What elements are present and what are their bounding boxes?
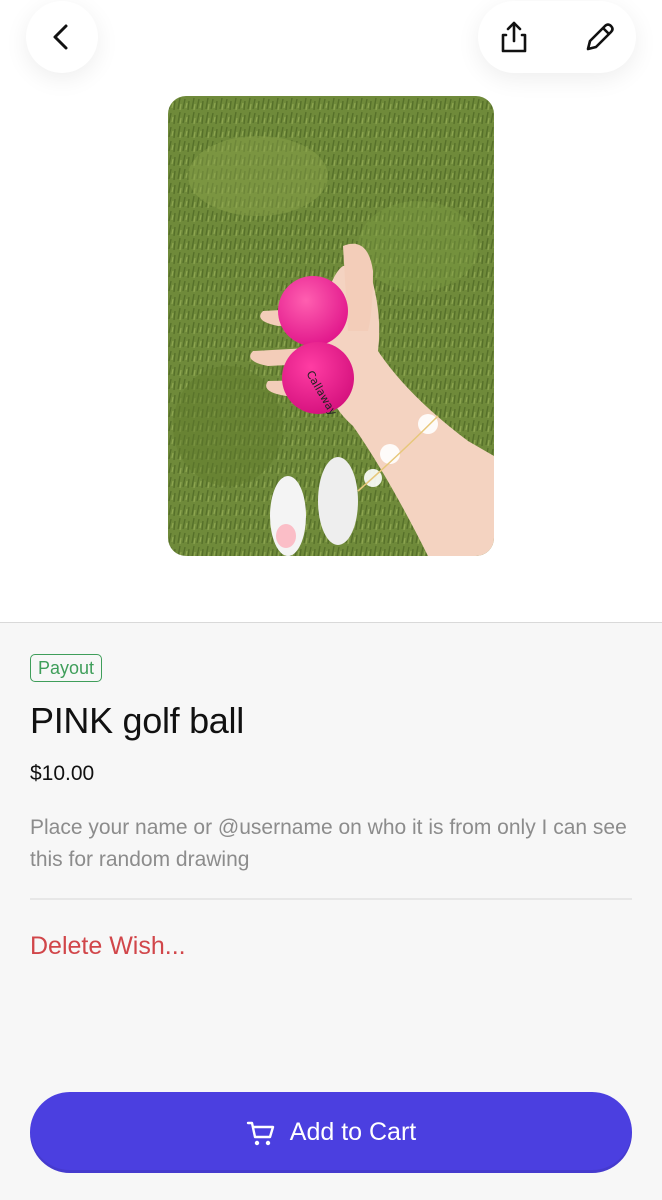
share-icon	[501, 21, 527, 53]
product-photo: Callaway	[168, 96, 494, 556]
share-button[interactable]	[478, 1, 550, 73]
divider	[30, 898, 632, 900]
wish-price: $10.00	[30, 762, 95, 785]
delete-wish-button[interactable]: Delete Wish...	[30, 932, 186, 961]
payout-badge: Payout	[30, 654, 103, 682]
wish-title: PINK golf ball	[30, 700, 244, 741]
header-actions	[478, 1, 636, 73]
chevron-left-icon	[53, 24, 68, 50]
wish-detail-screen: Callaway Payout PINK golf ball $10.00 Pl…	[0, 0, 662, 1200]
product-image-area: Callaway	[0, 0, 662, 623]
add-to-cart-label: Add to Cart	[289, 1118, 417, 1146]
pencil-icon	[586, 23, 614, 51]
edit-button[interactable]	[564, 1, 636, 73]
golf-ball-photo: Callaway	[168, 96, 494, 556]
cart-icon	[246, 1121, 274, 1145]
wish-description: Place your name or @username on who it i…	[30, 816, 627, 871]
back-button[interactable]	[26, 1, 98, 73]
add-to-cart-button[interactable]: Add to Cart	[30, 1092, 632, 1173]
